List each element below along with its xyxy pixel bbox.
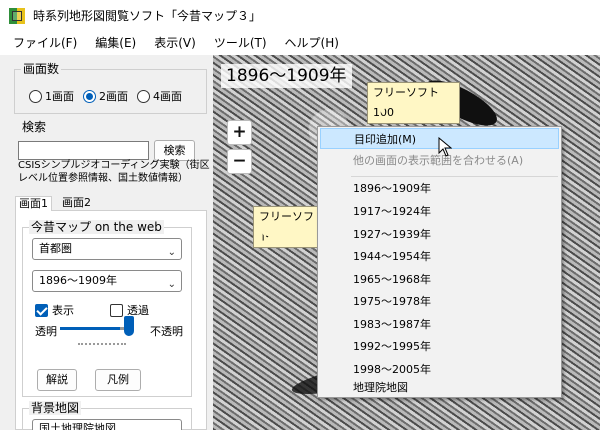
radio-4-screen[interactable]: 4画面 — [137, 88, 182, 104]
region-select[interactable]: 首都圏 ⌄ — [32, 238, 182, 260]
menu-year-1917[interactable]: 1917～1924年 — [320, 201, 559, 222]
background-map-title: 背景地図 — [29, 401, 82, 415]
left-panel: 画面数 1画面 2画面 4画面 検索 検索 CSISシンプルジオコーディング実験… — [0, 55, 213, 430]
menu-bar: ファイル(F) 編集(E) 表示(V) ツール(T) ヘルプ(H) — [0, 31, 600, 55]
tab-screen-2[interactable]: 画面2 — [59, 196, 94, 211]
tab-screen-1[interactable]: 画面1 — [15, 196, 52, 211]
menu-tools[interactable]: ツール(T) — [205, 31, 276, 55]
menu-help[interactable]: ヘルプ(H) — [276, 31, 348, 55]
menu-separator — [351, 176, 558, 177]
transparent-checkbox[interactable]: 透過 — [110, 302, 149, 318]
title-bar: 時系列地形図閲覧ソフト「今昔マップ３」 — [0, 0, 600, 31]
web-map-title: 今昔マップ on the web — [29, 220, 164, 234]
menu-year-1896[interactable]: 1896～1909年 — [320, 178, 559, 199]
search-input[interactable] — [18, 141, 149, 160]
menu-year-1965[interactable]: 1965～1968年 — [320, 269, 559, 290]
menu-edit[interactable]: 編集(E) — [86, 31, 145, 55]
background-map-select[interactable]: 国土地理院地図 — [32, 419, 182, 430]
search-note: CSISシンプルジオコーディング実験（街区レベル位置参照情報、国土数値情報） — [18, 160, 210, 184]
opacity-transparent-label: 透明 — [35, 325, 57, 338]
app-icon — [9, 7, 25, 24]
map-year-label: 1896～1909年 — [221, 64, 352, 88]
explain-button[interactable]: 解説 — [37, 369, 77, 391]
zoom-in-button[interactable]: + — [227, 120, 252, 145]
radio-1-screen[interactable]: 1画面 — [29, 88, 74, 104]
chevron-down-icon: ⌄ — [167, 247, 176, 258]
display-checkbox[interactable]: 表示 — [35, 302, 74, 318]
screen-count-group: 画面数 1画面 2画面 4画面 — [14, 62, 207, 114]
search-button[interactable]: 検索 — [154, 140, 195, 161]
menu-year-1992[interactable]: 1992～1995年 — [320, 336, 559, 357]
period-select[interactable]: 1896～1909年 ⌄ — [32, 270, 182, 292]
legend-button[interactable]: 凡例 — [95, 369, 141, 391]
menu-year-1983[interactable]: 1983～1987年 — [320, 314, 559, 335]
opacity-opaque-label: 不透明 — [150, 325, 183, 338]
mouse-pointer-icon — [438, 137, 452, 157]
map-context-menu: 目印追加(M) 他の画面の表示範囲を合わせる(A) 1896～1909年 191… — [317, 126, 562, 398]
search-title: 検索 — [20, 120, 49, 134]
menu-file[interactable]: ファイル(F) — [4, 31, 86, 55]
zoom-out-button[interactable]: − — [227, 149, 252, 174]
screen-count-title: 画面数 — [21, 62, 62, 76]
menu-year-1927[interactable]: 1927～1939年 — [320, 224, 559, 245]
menu-year-1975[interactable]: 1975～1978年 — [320, 291, 559, 312]
background-map-group: 背景地図 国土地理院地図 — [22, 401, 192, 430]
menu-view[interactable]: 表示(V) — [145, 31, 205, 55]
marker-balloon-tail — [376, 103, 388, 114]
chevron-down-icon: ⌄ — [167, 279, 176, 290]
menu-gsi-map[interactable]: 地理院地図 — [320, 377, 559, 398]
menu-year-1944[interactable]: 1944～1954年 — [320, 246, 559, 267]
window-title: 時系列地形図閲覧ソフト「今昔マップ３」 — [33, 9, 262, 23]
marker-balloon-tail — [259, 227, 271, 238]
radio-2-screen[interactable]: 2画面 — [83, 88, 128, 104]
